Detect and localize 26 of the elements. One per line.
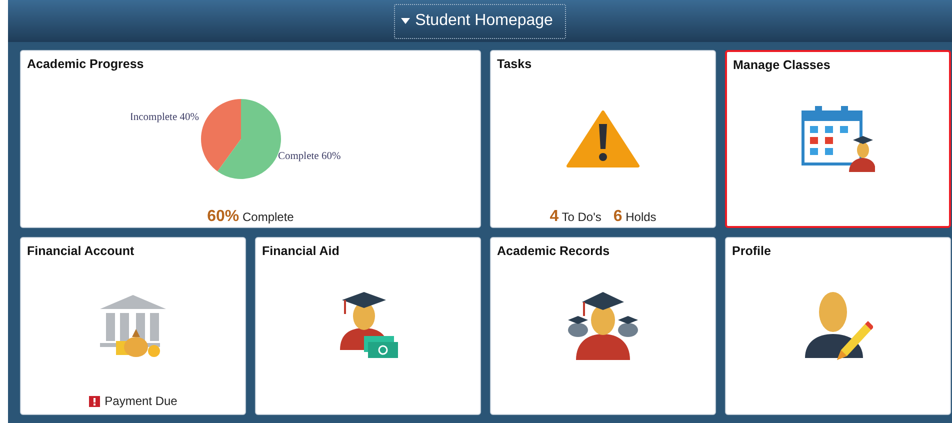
tile[interactable]: Financial Aid	[255, 237, 481, 415]
count-text: 60% Complete	[207, 207, 294, 227]
tile-title: Financial Aid	[262, 243, 340, 259]
tile-title: Profile	[732, 243, 772, 259]
graduates-icon	[566, 290, 640, 362]
profile-edit-icon	[803, 290, 873, 362]
tile-title: Financial Account	[27, 243, 136, 259]
tile[interactable]: Manage Classes	[725, 50, 951, 228]
warning-icon	[566, 110, 640, 168]
count-text: 6 Holds	[613, 207, 656, 227]
alert-text: Payment Due	[104, 393, 178, 410]
data-label: Complete 60%	[278, 150, 340, 162]
tile-title: Tasks	[497, 56, 533, 72]
page-title-button[interactable]: Student Homepage	[394, 4, 566, 38]
tile-title: Manage Classes	[733, 57, 832, 73]
caret-icon	[401, 18, 410, 24]
tile[interactable]: Profile	[725, 237, 951, 415]
tile-title: Academic Progress	[27, 56, 145, 72]
count-text: 4 To Do's	[550, 207, 602, 227]
bank-money-icon	[98, 292, 168, 358]
tile[interactable]: Academic Records	[490, 237, 716, 415]
tile-title: Academic Records	[497, 243, 611, 259]
tile[interactable]: Financial Account Payment Due	[20, 237, 246, 415]
alert-icon	[88, 396, 100, 406]
calendar-student-icon	[801, 106, 875, 172]
tile[interactable]: Tasks 4 To Do's 6 Holds	[490, 50, 716, 228]
